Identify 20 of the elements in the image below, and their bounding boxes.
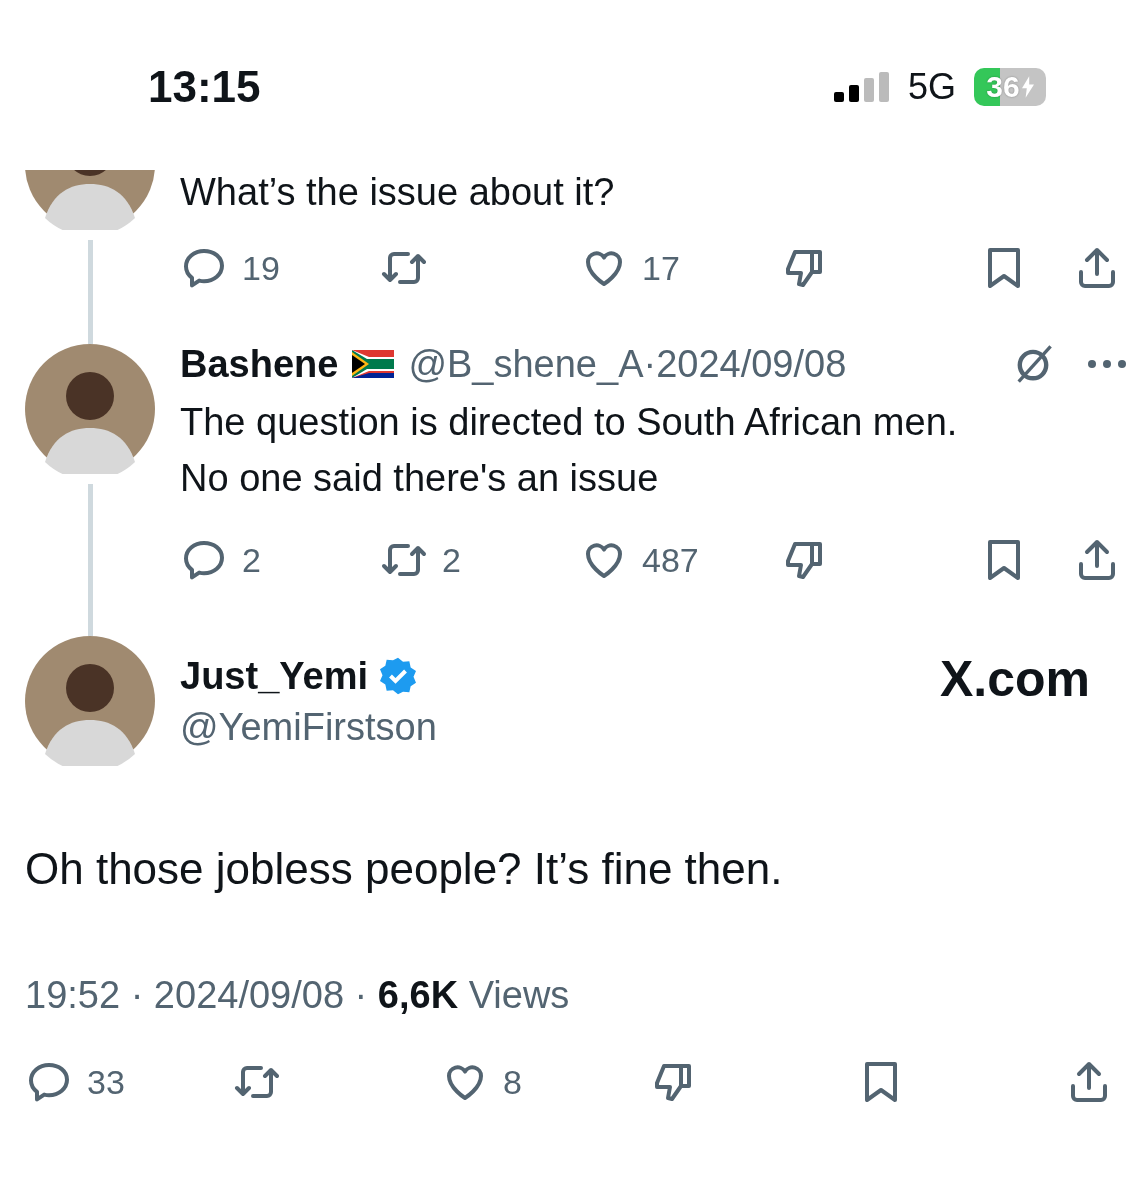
author-handle[interactable]: @B_shene_A·2024/09/08 [408, 342, 847, 386]
author-name[interactable]: Just_Yemi [180, 654, 368, 698]
post-meta: 19:52 · 2024/09/08 · 6,6K Views [25, 974, 571, 1017]
post-text: Oh those jobless people? It’s fine then. [25, 844, 784, 894]
author-name[interactable]: Bashene [180, 342, 339, 386]
author-handle[interactable]: @YemiFirstson [180, 706, 437, 749]
action-count: 19 [242, 248, 280, 288]
signal-icon [833, 72, 890, 102]
action-count: 17 [642, 248, 680, 288]
action-count: 2 [442, 540, 461, 580]
status-time: 13:15 [148, 62, 261, 112]
action-count: 33 [87, 1062, 125, 1102]
watermark-logo: X.com [939, 650, 1090, 708]
action-count: 8 [503, 1062, 522, 1102]
action-count: 2 [242, 540, 261, 580]
reply-text: What’s the issue about it? [180, 170, 616, 214]
more-icon[interactable] [1087, 359, 1127, 369]
action-count: 487 [642, 540, 699, 580]
network-label: 5G [907, 66, 956, 108]
reply-text: The question is directed to South African men. No one said there's an issue [180, 400, 959, 501]
